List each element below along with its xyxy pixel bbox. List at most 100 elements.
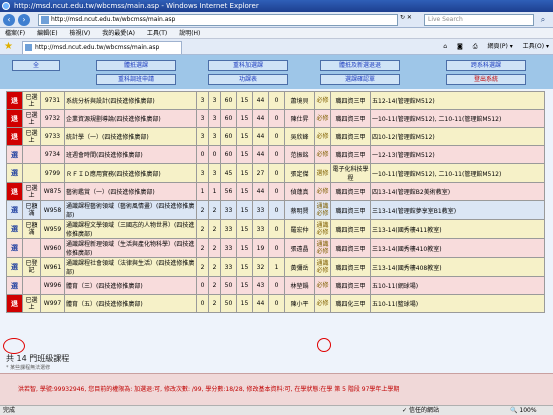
- select-course-button[interactable]: 選: [6, 200, 23, 220]
- select-course-button[interactable]: 選: [6, 257, 23, 277]
- nav-confirm-sheet[interactable]: 選課確認單: [320, 74, 400, 85]
- course-status: 已選上: [22, 294, 41, 313]
- nav-class-change[interactable]: 重科調班申請: [96, 74, 176, 85]
- table-row: 退已選上 W997 體育（五）(四技進修推廣部) 0 2 50 15 44 0 陳小平 必修 職四化三…: [6, 294, 545, 313]
- table-row: 選 9799 ＲＦＩＤ應用實務(四技進修推廣部) 3 3 45 15 27 0 張定傑 選修 電子化科…: [6, 163, 545, 183]
- nav-drop-course[interactable]: 體抵及新選退退: [320, 60, 400, 71]
- course-name: 企業資源規劃導論(四技進修推廣部): [64, 109, 197, 128]
- back-arrow-icon[interactable]: ‹: [3, 14, 15, 26]
- action-label: 退: [11, 96, 18, 105]
- course-time: 三13-14(國秀樓411教室): [370, 219, 545, 239]
- course-code: W875: [40, 182, 65, 201]
- course-time: 一10-11(管理館M512), 二10-11(管理館M512): [370, 109, 545, 128]
- course-name: 通識課程文學領域（三國志的人物世界）(四技進修推廣部): [64, 219, 197, 239]
- page-menu[interactable]: 網頁(P) ▾: [488, 43, 513, 50]
- course-name: 班週會時間(四技進修推廣部): [64, 145, 197, 164]
- course-status: [22, 163, 41, 183]
- select-course-button[interactable]: 選: [6, 276, 23, 295]
- course-type: 必修: [314, 91, 331, 110]
- select-course-button[interactable]: 選: [6, 163, 23, 183]
- table-row: 選 W996 體育（三）(四技進修推廣部) 0 2 50 15 43 0 林堃鍋 必修 職四資三甲 五1…: [6, 276, 545, 295]
- course-waiting: 0: [268, 200, 285, 220]
- select-course-button[interactable]: 選: [6, 219, 23, 239]
- course-credit-b: 2: [208, 200, 221, 220]
- course-credit-a: 3: [196, 127, 209, 146]
- drop-course-button[interactable]: 退: [6, 91, 23, 110]
- select-course-button[interactable]: 選: [6, 145, 23, 164]
- course-min: 15: [236, 200, 253, 220]
- course-min: 15: [236, 294, 253, 313]
- course-waiting: 0: [268, 109, 285, 128]
- search-input[interactable]: Live Search: [424, 14, 534, 26]
- course-enrolled: 33: [252, 200, 269, 220]
- course-enrolled: 32: [252, 257, 269, 277]
- course-capacity: 45: [220, 163, 237, 183]
- course-note: * 某些課程無法選修: [6, 365, 51, 371]
- course-teacher: 范振銘: [284, 145, 315, 164]
- student-status-footer: 洪若智, 學號:99932946, 您目前的權限為: 加選退:可, 修改次數: …: [0, 373, 553, 405]
- course-teacher: 張遠晶: [284, 238, 315, 258]
- course-class: 電子化科技學程: [330, 163, 371, 183]
- menu-tools[interactable]: 工具(T): [142, 28, 172, 39]
- browser-tab[interactable]: http://msd.ncut.edu.tw/wbcmss/main.asp: [22, 41, 182, 54]
- address-bar: ‹ › http://msd.ncut.edu.tw/wbcmss/main.a…: [0, 12, 553, 28]
- course-time: 五10-11(籃球場): [370, 294, 545, 313]
- course-total: 共 14 門班級課程: [6, 354, 70, 363]
- course-status: 已選上: [22, 91, 41, 110]
- drop-course-button[interactable]: 退: [6, 182, 23, 201]
- tab-favicon-icon: [25, 44, 32, 51]
- forward-arrow-icon[interactable]: ›: [18, 14, 30, 26]
- nav-logout[interactable]: 登出系統: [446, 74, 526, 85]
- favorites-star-icon[interactable]: ★: [4, 42, 13, 52]
- print-icon[interactable]: ⎙: [473, 43, 478, 50]
- course-capacity: 33: [220, 238, 237, 258]
- menu-favorites[interactable]: 我的最愛(A): [97, 28, 140, 39]
- nav-timetable[interactable]: 功課表: [208, 74, 288, 85]
- tools-menu[interactable]: 工具(O) ▾: [523, 43, 549, 50]
- table-row: 退已選上 9732 企業資源規劃導論(四技進修推廣部) 3 3 60 15 44 0 陳仕昇 必修職…: [6, 109, 545, 128]
- drop-course-button[interactable]: 退: [6, 127, 23, 146]
- nav-cross-dept[interactable]: 跨系科選課: [446, 60, 526, 71]
- action-label: 選: [11, 281, 18, 290]
- course-enrolled: 44: [252, 127, 269, 146]
- nav-select-course[interactable]: 體抵選課: [96, 60, 176, 71]
- action-label: 選: [11, 244, 18, 252]
- zoom-level[interactable]: 🔍 100%: [510, 406, 537, 415]
- nav-add-course[interactable]: 重科加選課: [208, 60, 288, 71]
- course-class: 職四資三甲: [330, 219, 371, 239]
- course-credit-b: 2: [208, 276, 221, 295]
- course-type: 選修: [314, 163, 331, 183]
- drop-course-button[interactable]: 退: [6, 294, 23, 313]
- course-min: 15: [236, 127, 253, 146]
- course-min: 15: [236, 145, 253, 164]
- course-credit-a: 0: [196, 276, 209, 295]
- table-row: 退已選上 9733 統計學（一）(四技進修推廣部) 3 3 60 15 44 0 吳欣峰 必修 職四資…: [6, 127, 545, 146]
- refresh-stop-buttons[interactable]: ↻ ✕: [400, 14, 420, 26]
- course-class: 職四化三甲: [330, 294, 371, 313]
- course-teacher: 陳仕昇: [284, 109, 315, 128]
- course-time: 一10-11(管理館M512), 二10-11(管理館M512): [370, 163, 545, 183]
- action-label: 退: [11, 187, 18, 196]
- course-capacity: 33: [220, 200, 237, 220]
- course-code: 9731: [40, 91, 65, 110]
- feed-icon[interactable]: ◙: [457, 43, 463, 50]
- select-course-button[interactable]: 選: [6, 238, 23, 258]
- course-min: 15: [236, 91, 253, 110]
- course-status: 已登記: [22, 257, 41, 277]
- home-icon[interactable]: ⌂: [443, 43, 447, 50]
- menu-edit[interactable]: 編輯(E): [32, 28, 62, 39]
- menu-help[interactable]: 說明(H): [174, 28, 205, 39]
- search-icon[interactable]: ⌕: [536, 14, 550, 26]
- action-label: 退: [11, 114, 18, 123]
- drop-course-button[interactable]: 退: [6, 109, 23, 128]
- menu-file[interactable]: 檔案(F): [0, 28, 30, 39]
- menu-view[interactable]: 檢視(V): [64, 28, 95, 39]
- course-name: 系統分析與設計(四技進修推廣部): [64, 91, 197, 110]
- course-name: 體育（三）(四技進修推廣部): [64, 276, 197, 295]
- course-enrolled: 33: [252, 219, 269, 239]
- course-waiting: 0: [268, 91, 285, 110]
- course-credit-a: 2: [196, 219, 209, 239]
- nav-all[interactable]: 全: [12, 60, 60, 71]
- window-title-bar: http://msd.ncut.edu.tw/wbcmss/main.asp -…: [0, 0, 553, 12]
- url-input[interactable]: http://msd.ncut.edu.tw/wbcmss/main.asp: [38, 14, 398, 26]
